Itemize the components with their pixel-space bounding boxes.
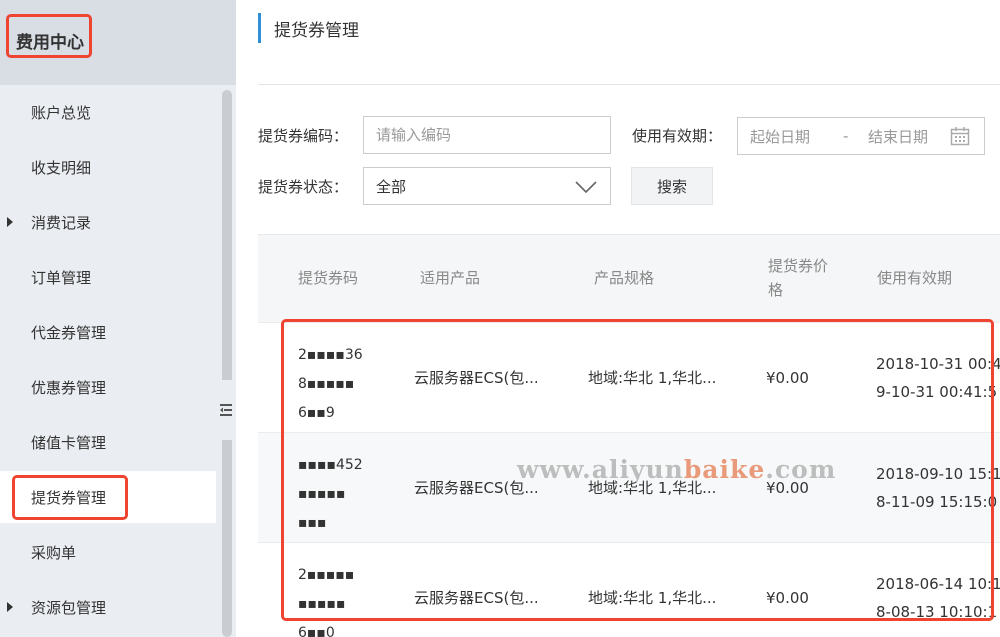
product-spec: 地域:华北 1,华北...: [588, 369, 717, 387]
sidebar-scrollbar[interactable]: [222, 90, 232, 637]
product-name: 云服务器ECS(包...: [414, 369, 539, 387]
validity-label: 使用有效期：: [632, 127, 723, 145]
sidebar-item-transactions[interactable]: 收支明细: [0, 141, 216, 193]
voucher-price: ¥0.00: [766, 369, 809, 387]
voucher-code-line: ▪▪▪▪452: [298, 457, 363, 473]
divider: [258, 84, 1000, 85]
sidebar-item-orders[interactable]: 订单管理: [0, 251, 216, 303]
sidebar-item-label: 采购单: [31, 543, 77, 562]
sidebar-item-resource-packs[interactable]: 资源包管理: [0, 581, 216, 633]
table-header: 提货券码 适用产品 产品规格 提货券价格 使用有效期: [258, 234, 1000, 322]
collapse-sidebar-icon: [220, 404, 232, 416]
sidebar-title[interactable]: 费用中心: [16, 28, 84, 53]
chevron-down-icon: [575, 181, 597, 194]
date-separator: -: [843, 127, 849, 145]
voucher-table: 提货券码 适用产品 产品规格 提货券价格 使用有效期 2▪▪▪▪36 8▪▪▪▪…: [258, 234, 1000, 637]
voucher-code-line: 2▪▪▪▪▪: [298, 567, 355, 583]
sidebar-item-purchase-orders[interactable]: 采购单: [0, 526, 216, 578]
sidebar-item-consumption-records[interactable]: 消费记录: [0, 196, 216, 248]
sidebar-item-label: 账户总览: [31, 103, 92, 122]
sidebar-item-pickup-vouchers[interactable]: 提货券管理: [0, 471, 216, 523]
voucher-code: ▪▪▪▪452 ▪▪▪▪▪ ▪▪▪: [298, 451, 363, 538]
watermark-suffix: .com: [765, 455, 837, 484]
voucher-code: 2▪▪▪▪▪ ▪▪▪▪▪ 6▪▪0: [298, 561, 354, 637]
column-header-price: 提货券价格: [768, 257, 829, 299]
sidebar-item-label: 提货券管理: [31, 488, 107, 507]
collapse-sidebar-button[interactable]: [216, 380, 236, 440]
sidebar-item-label: 消费记录: [31, 213, 92, 232]
caret-right-icon: [7, 602, 13, 612]
column-header-validity: 使用有效期: [877, 269, 953, 287]
status-select-value: 全部: [376, 177, 407, 196]
product-name: 云服务器ECS(包...: [414, 589, 539, 607]
validity-start: 2018-10-31 00:4: [876, 355, 1000, 373]
validity-end: 9-10-31 00:41:5: [876, 383, 998, 401]
product-spec: 地域:华北 1,华北...: [588, 589, 717, 607]
sidebar: 费用中心 账户总览 收支明细 消费记录 订单管理 代金券管理 优惠券管理 储值卡…: [0, 0, 236, 637]
sidebar-item-coupons[interactable]: 优惠券管理: [0, 361, 216, 413]
validity-end: 8-11-09 15:15:0: [876, 493, 998, 511]
sidebar-item-stored-value-cards[interactable]: 储值卡管理: [0, 416, 216, 468]
status-select[interactable]: 全部: [363, 167, 611, 205]
date-range-picker[interactable]: 起始日期 - 结束日期: [737, 117, 985, 155]
voucher-code-line: 6▪▪0: [298, 625, 335, 637]
watermark-accent: baike: [683, 455, 766, 484]
sidebar-item-label: 代金券管理: [31, 323, 107, 342]
voucher-price: ¥0.00: [766, 589, 809, 607]
code-label: 提货券编码：: [258, 127, 349, 145]
search-button[interactable]: 搜索: [631, 167, 713, 205]
column-header-spec: 产品规格: [594, 269, 655, 287]
voucher-code-line: 2▪▪▪▪36: [298, 347, 363, 363]
table-row[interactable]: ▪▪▪▪452 ▪▪▪▪▪ ▪▪▪ 云服务器ECS(包... 地域:华北 1,华…: [258, 432, 1000, 542]
code-input[interactable]: [363, 116, 611, 154]
sidebar-item-label: 资源包管理: [31, 598, 107, 617]
voucher-code-line: 6▪▪9: [298, 405, 335, 421]
caret-right-icon: [7, 217, 13, 227]
voucher-code-line: ▪▪▪: [298, 515, 327, 531]
table-row[interactable]: 2▪▪▪▪36 8▪▪▪▪▪ 6▪▪9 云服务器ECS(包... 地域:华北 1…: [258, 322, 1000, 432]
sidebar-item-account-overview[interactable]: 账户总览: [0, 86, 216, 138]
start-date-input[interactable]: 起始日期: [750, 126, 810, 147]
validity-start: 2018-09-10 15:1: [876, 465, 1000, 483]
sidebar-header: 费用中心: [0, 0, 236, 85]
validity-start: 2018-06-14 10:1: [876, 575, 1000, 593]
status-label: 提货券状态：: [258, 178, 349, 196]
sidebar-item-vouchers[interactable]: 代金券管理: [0, 306, 216, 358]
sidebar-item-label: 优惠券管理: [31, 378, 107, 397]
column-header-product: 适用产品: [420, 269, 481, 287]
page-title: 提货券管理: [258, 13, 359, 43]
watermark-prefix: www.aliyun: [517, 455, 684, 484]
column-header-code: 提货券码: [298, 269, 359, 287]
watermark: www.aliyunbaike.com: [517, 455, 836, 484]
validity-end: 8-08-13 10:10:1: [876, 603, 998, 621]
voucher-code: 2▪▪▪▪36 8▪▪▪▪▪ 6▪▪9: [298, 341, 363, 428]
calendar-icon[interactable]: [950, 126, 970, 146]
sidebar-item-label: 订单管理: [31, 268, 92, 287]
end-date-input[interactable]: 结束日期: [868, 126, 928, 147]
validity-period: 2018-06-14 10:1 8-08-13 10:10:1: [876, 570, 1000, 626]
voucher-code-line: 8▪▪▪▪▪: [298, 376, 355, 392]
validity-period: 2018-10-31 00:4 9-10-31 00:41:5: [876, 350, 1000, 406]
sidebar-item-label: 储值卡管理: [31, 433, 107, 452]
main-content: 提货券管理 提货券编码： 使用有效期： 起始日期 - 结束日期 提货券状态： 全…: [236, 0, 1000, 637]
table-row[interactable]: 2▪▪▪▪▪ ▪▪▪▪▪ 6▪▪0 云服务器ECS(包... 地域:华北 1,华…: [258, 542, 1000, 637]
voucher-code-line: ▪▪▪▪▪: [298, 596, 346, 612]
sidebar-item-label: 收支明细: [31, 158, 92, 177]
validity-period: 2018-09-10 15:1 8-11-09 15:15:0: [876, 460, 1000, 516]
voucher-code-line: ▪▪▪▪▪: [298, 486, 346, 502]
